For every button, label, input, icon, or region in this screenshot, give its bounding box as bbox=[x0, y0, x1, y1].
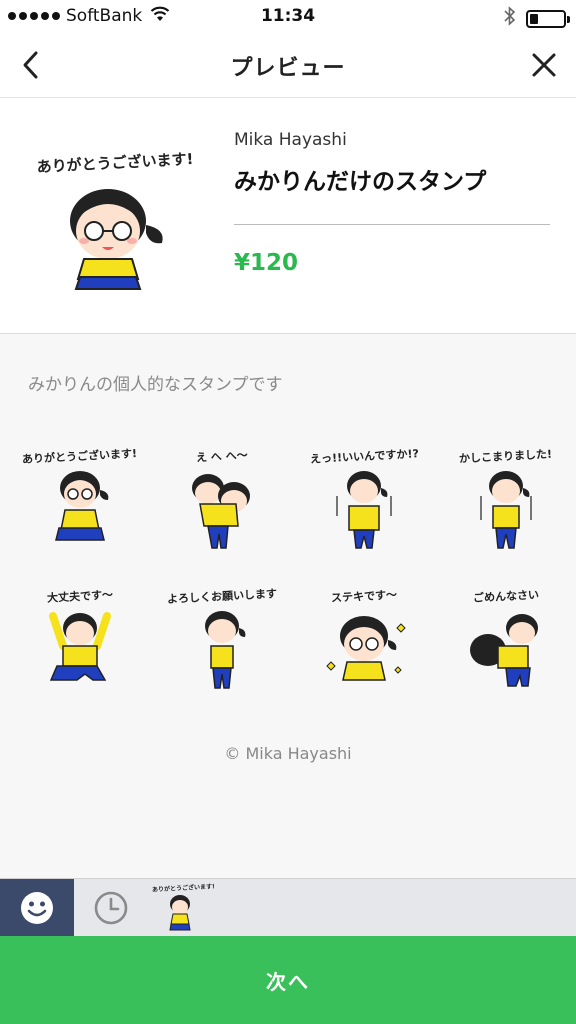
smiley-icon bbox=[21, 892, 53, 924]
sticker-caption: えっ!!いいんですか!? bbox=[309, 447, 419, 466]
product-header: ありがとうございます! Mika Hayashi みかりんだけのスタンプ ¥12… bbox=[0, 98, 576, 334]
battery-icon bbox=[526, 9, 570, 28]
battery-level bbox=[530, 13, 538, 24]
close-icon bbox=[532, 53, 556, 77]
carrier-name: SoftBank bbox=[66, 6, 143, 26]
sticker-item[interactable]: ごめんなさい bbox=[434, 588, 576, 718]
author-name[interactable]: Mika Hayashi bbox=[234, 130, 347, 150]
sticker-caption: 大丈夫です〜 bbox=[46, 588, 114, 605]
sticker-tab-bar: ありがとうございます! bbox=[0, 878, 576, 937]
sticker-thumbnail bbox=[169, 895, 191, 931]
copyright-text: © Mika Hayashi bbox=[224, 744, 352, 763]
sticker-item[interactable]: えっ!!いいんですか!? bbox=[292, 447, 436, 578]
sticker-caption: ありがとうございます! bbox=[22, 446, 138, 467]
next-button[interactable]: 次へ bbox=[0, 936, 576, 1024]
sticker-caption: かしこまりました! bbox=[459, 447, 553, 466]
divider bbox=[234, 224, 550, 225]
bluetooth-icon bbox=[504, 6, 516, 31]
tab-sticker-pack[interactable]: ありがとうございます! bbox=[152, 883, 215, 933]
page-title: プレビュー bbox=[230, 56, 346, 81]
pack-description: みかりんの個人的なスタンプです bbox=[28, 375, 283, 395]
sticker-caption: よろしくお願いします bbox=[166, 587, 278, 606]
sticker-caption: え へ へ〜 bbox=[195, 448, 249, 465]
sticker-item[interactable]: よろしくお願いします bbox=[150, 587, 294, 718]
sticker-item[interactable]: かしこまりました! bbox=[434, 448, 576, 578]
wifi-icon bbox=[150, 6, 170, 27]
sticker-figure bbox=[326, 616, 406, 681]
status-bar: SoftBank 11:34 bbox=[0, 0, 576, 32]
sticker-figure bbox=[205, 611, 246, 689]
sticker-figure bbox=[480, 471, 532, 549]
tab-recent[interactable] bbox=[74, 879, 148, 937]
sticker-item[interactable]: ありがとうございます! bbox=[8, 446, 152, 578]
sticker-figure bbox=[55, 471, 109, 541]
sticker-item[interactable]: え へ へ〜 bbox=[150, 448, 294, 578]
sticker-caption: ごめんなさい bbox=[472, 588, 540, 605]
price-label: ¥120 bbox=[234, 250, 299, 276]
sticker-figure bbox=[470, 614, 538, 687]
clock-icon bbox=[94, 891, 128, 925]
tab-emoji[interactable] bbox=[0, 879, 74, 937]
main-sticker-image: ありがとうございます! bbox=[30, 150, 200, 292]
sticker-item[interactable]: ステキです〜 bbox=[292, 588, 436, 718]
sticker-pack-title: みかりんだけのスタンプ bbox=[234, 169, 487, 195]
sticker-caption: ステキです〜 bbox=[330, 588, 398, 605]
navigation-bar: プレビュー bbox=[0, 32, 576, 98]
sticker-figure bbox=[192, 474, 250, 549]
sticker-figure bbox=[336, 471, 392, 549]
signal-strength-icon bbox=[8, 12, 60, 20]
sticker-figure bbox=[49, 612, 111, 681]
sticker-item[interactable]: 大丈夫です〜 bbox=[8, 588, 152, 718]
close-button[interactable] bbox=[524, 43, 564, 87]
